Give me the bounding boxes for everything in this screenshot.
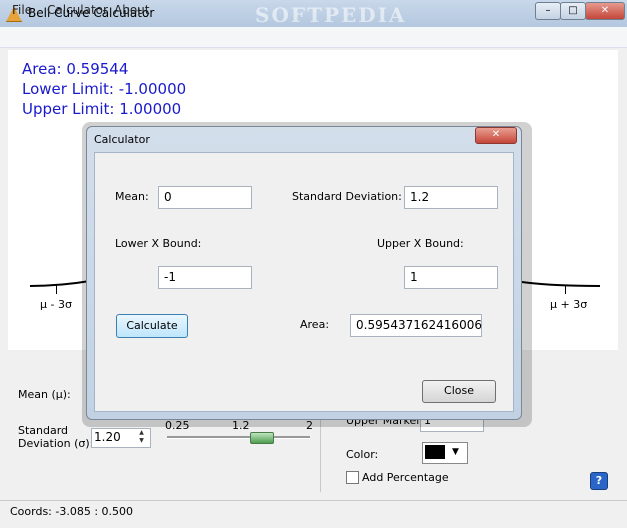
dialog-mean-label: Mean: bbox=[115, 190, 149, 203]
help-icon[interactable]: ? bbox=[590, 472, 608, 490]
dialog-close-icon[interactable]: ✕ bbox=[475, 127, 517, 144]
area-readout: Area: 0.59544 bbox=[22, 60, 129, 78]
dialog-area-value: 0.595437162416006 bbox=[356, 318, 482, 332]
maximize-button[interactable]: □ bbox=[560, 2, 586, 20]
close-window-button[interactable]: ✕ bbox=[585, 2, 625, 20]
dialog-area-label: Area: bbox=[300, 318, 330, 331]
sd-field-value: 1.20 bbox=[94, 430, 121, 444]
upper-limit-readout: Upper Limit: 1.00000 bbox=[22, 100, 182, 118]
tick-right-mark bbox=[565, 285, 566, 294]
color-label: Color: bbox=[346, 448, 379, 461]
sd-label: Standard Deviation (σ): bbox=[18, 424, 93, 450]
mean-label: Mean (μ): bbox=[18, 388, 71, 401]
tick-right-label: μ + 3σ bbox=[550, 298, 588, 311]
dialog-lower-label: Lower X Bound: bbox=[115, 237, 202, 250]
add-percentage-checkbox[interactable] bbox=[346, 471, 359, 484]
dialog-upper-input[interactable]: 1 bbox=[404, 266, 498, 289]
sd-label-line2: Deviation (σ): bbox=[18, 437, 94, 450]
menu-about[interactable]: About bbox=[114, 3, 149, 17]
dialog-lower-input[interactable]: -1 bbox=[158, 266, 252, 289]
dialog-area-output[interactable]: 0.595437162416006 bbox=[350, 314, 482, 337]
dialog-sd-value: 1.2 bbox=[410, 190, 430, 204]
tick-left-mark bbox=[56, 285, 57, 294]
sd-stepper[interactable]: ▲ ▼ bbox=[136, 429, 147, 445]
coords-readout: Coords: -3.085 : 0.500 bbox=[10, 505, 134, 518]
dialog-upper-label: Upper X Bound: bbox=[377, 237, 464, 250]
calculate-button[interactable]: Calculate bbox=[116, 314, 188, 338]
sd-slider-track[interactable] bbox=[167, 436, 310, 439]
minimize-button[interactable]: – bbox=[535, 2, 561, 20]
curve-left-tail bbox=[30, 280, 90, 287]
dialog-sd-label: Standard Deviation: bbox=[292, 190, 402, 203]
menu-calculator[interactable]: Calculator bbox=[47, 3, 108, 17]
dialog-mean-value: 0 bbox=[164, 190, 172, 204]
dialog-lower-value: -1 bbox=[164, 270, 176, 284]
watermark: SOFTPEDIA bbox=[255, 3, 407, 27]
dialog-title: Calculator bbox=[94, 133, 150, 146]
menu-file[interactable]: File bbox=[12, 3, 32, 17]
lower-limit-readout: Lower Limit: -1.00000 bbox=[22, 80, 187, 98]
close-button[interactable]: Close bbox=[422, 380, 496, 403]
menu-bar bbox=[0, 27, 627, 48]
color-swatch bbox=[425, 445, 445, 459]
tick-left-label: μ - 3σ bbox=[40, 298, 72, 311]
add-percentage-label: Add Percentage bbox=[362, 471, 449, 484]
chevron-down-icon[interactable]: ▼ bbox=[452, 447, 459, 457]
dialog-upper-value: 1 bbox=[410, 270, 418, 284]
sd-label-line1: Standard bbox=[18, 424, 69, 437]
sd-slider-thumb[interactable] bbox=[250, 432, 274, 444]
dialog-mean-input[interactable]: 0 bbox=[158, 186, 252, 209]
dialog-sd-input[interactable]: 1.2 bbox=[404, 186, 498, 209]
